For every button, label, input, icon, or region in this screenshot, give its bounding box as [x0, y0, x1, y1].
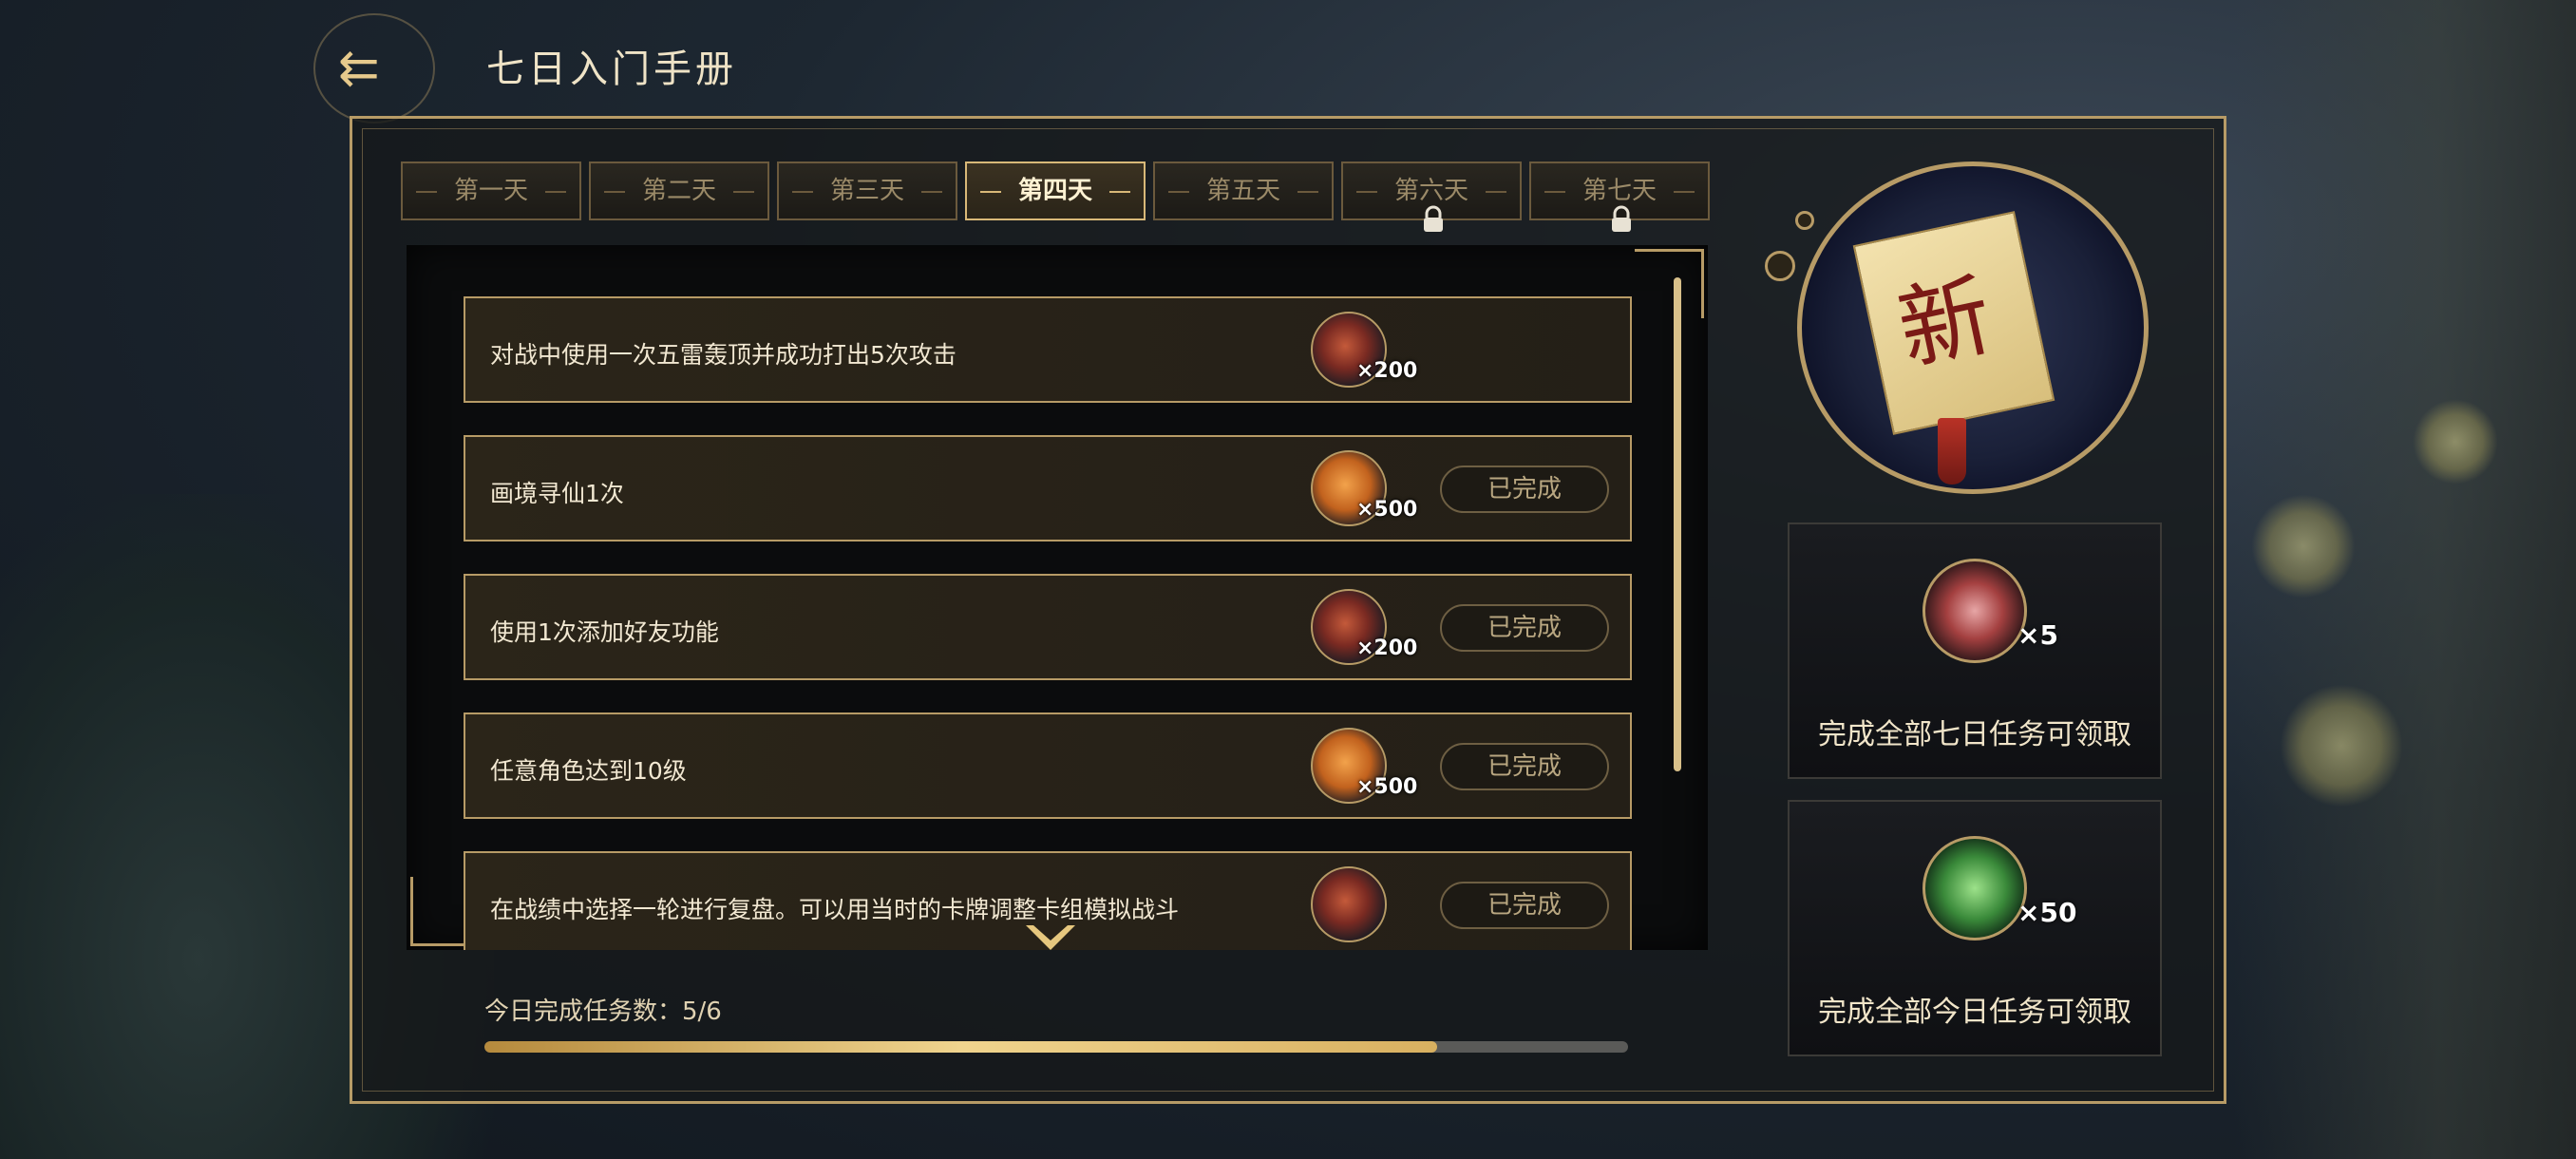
- tab-label: 第二天: [641, 177, 716, 205]
- daily-progress-label: 今日完成任务数：5/6: [484, 998, 722, 1026]
- tab-day-5[interactable]: 第五天: [1153, 162, 1334, 220]
- frame-corner-ornament: [1635, 249, 1704, 318]
- reward-quantity: ×50: [2017, 897, 2077, 928]
- lock-icon: [1424, 205, 1443, 232]
- tab-label: 第三天: [829, 177, 904, 205]
- completed-button[interactable]: 已完成: [1440, 466, 1609, 513]
- task-description: 在战绩中选择一轮进行复盘。可以用当时的卡牌调整卡组模拟战斗: [490, 896, 1180, 923]
- background-flower: [2413, 399, 2498, 484]
- lock-icon: [1612, 205, 1631, 232]
- card-pack-icon[interactable]: [1311, 866, 1387, 942]
- background-flower: [2251, 494, 2356, 598]
- task-list-scrollbar[interactable]: [1674, 277, 1681, 771]
- red-chest-icon[interactable]: [1923, 559, 2027, 663]
- reward-amount: ×200: [1356, 636, 1418, 660]
- tab-label: 第四天: [1017, 177, 1092, 205]
- page-title: 七日入门手册: [486, 48, 737, 91]
- reward-amount: ×500: [1356, 498, 1418, 522]
- task-description: 任意角色达到10级: [490, 757, 687, 785]
- reward-caption: 完成全部七日任务可领取: [1818, 718, 2131, 751]
- reward-quantity: ×5: [2017, 619, 2058, 651]
- tab-day-1[interactable]: 第一天: [401, 162, 581, 220]
- tab-day-3[interactable]: 第三天: [777, 162, 957, 220]
- seven-day-reward-card[interactable]: ×5 完成全部七日任务可领取: [1788, 522, 2162, 779]
- reward-amount: ×500: [1356, 775, 1418, 799]
- scroll-down-chevron-icon[interactable]: [1022, 922, 1079, 958]
- tassel-ornament: [1938, 418, 1966, 484]
- green-jade-icon[interactable]: [1923, 836, 2027, 940]
- task-row: 使用1次添加好友功能 ×200 已完成: [464, 574, 1632, 680]
- tab-day-6[interactable]: 第六天: [1341, 162, 1522, 232]
- daily-progress-bar: [484, 1041, 1628, 1053]
- reward-caption: 完成全部今日任务可领取: [1818, 996, 2131, 1029]
- task-description: 使用1次添加好友功能: [490, 618, 719, 646]
- task-description: 对战中使用一次五雷轰顶并成功打出5次攻击: [490, 341, 957, 369]
- tab-label: 第七天: [1582, 177, 1657, 205]
- completed-button[interactable]: 已完成: [1440, 743, 1609, 790]
- tab-label: 第五天: [1205, 177, 1280, 205]
- back-arrow-icon: ⇇: [338, 40, 380, 97]
- decorative-orb: [1795, 211, 1814, 230]
- tab-day-2[interactable]: 第二天: [589, 162, 769, 220]
- today-reward-card[interactable]: ×50 完成全部今日任务可领取: [1788, 800, 2162, 1056]
- back-button[interactable]: ⇇: [313, 13, 435, 124]
- task-row: 画境寻仙1次 ×500 已完成: [464, 435, 1632, 542]
- task-row: 任意角色达到10级 ×500 已完成: [464, 712, 1632, 819]
- task-list-panel[interactable]: 对战中使用一次五雷轰顶并成功打出5次攻击 ×200 画境寻仙1次 ×500 已完…: [407, 245, 1708, 950]
- completed-button[interactable]: 已完成: [1440, 882, 1609, 929]
- decorative-orb: [1765, 251, 1795, 281]
- daily-progress-fill: [484, 1041, 1438, 1053]
- reward-amount: ×200: [1356, 359, 1418, 383]
- tab-label: 第六天: [1393, 177, 1468, 205]
- completed-button[interactable]: 已完成: [1440, 604, 1609, 652]
- task-description: 画境寻仙1次: [490, 480, 624, 507]
- tab-label: 第一天: [453, 177, 528, 205]
- task-row: 对战中使用一次五雷轰顶并成功打出5次攻击 ×200: [464, 296, 1632, 403]
- tab-day-7[interactable]: 第七天: [1529, 162, 1710, 232]
- tab-day-4[interactable]: 第四天: [965, 162, 1146, 220]
- background-flower: [2280, 684, 2403, 808]
